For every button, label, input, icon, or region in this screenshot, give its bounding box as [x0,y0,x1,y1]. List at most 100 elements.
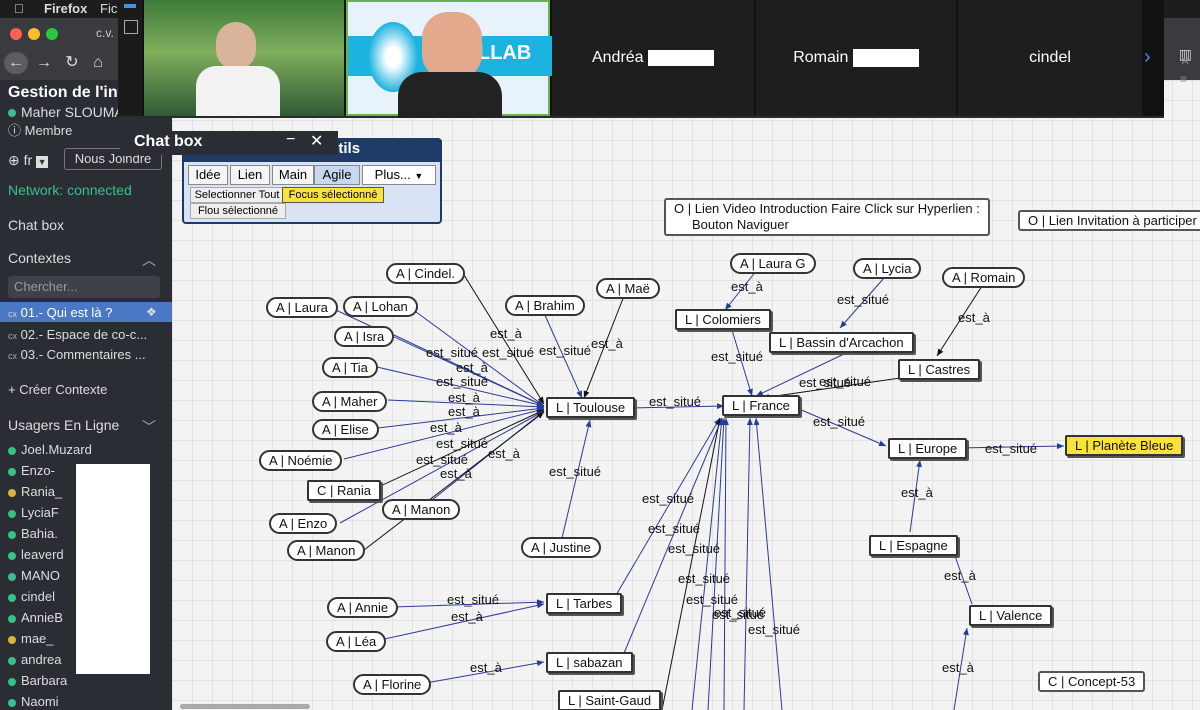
online-user-item[interactable]: AnnieB [8,610,63,625]
forward-icon[interactable]: → [32,52,56,74]
online-user-item[interactable]: Enzo- [8,463,55,478]
presence-icon [8,509,16,518]
focus-selected-button[interactable]: Focus sélectionné [282,187,384,203]
chat-box-header[interactable]: Chat box − ✕ [120,131,338,155]
node-concept[interactable]: C | Concept-53 [1038,671,1146,692]
online-user-item[interactable]: LyciaF [8,505,59,520]
online-user-name: MANO [21,568,60,583]
close-window-button[interactable] [10,28,22,40]
chevron-up-icon[interactable]: ︿ [142,250,156,270]
participant-name: cindel [1029,49,1071,66]
online-user-item[interactable]: MANO [8,568,60,583]
node-europe[interactable]: L | Europe [888,438,968,459]
context-item-2[interactable]: cx 02.- Espace de co-c... [8,327,147,342]
node-valence[interactable]: L | Valence [969,605,1053,626]
context-search-input[interactable]: Chercher... [8,276,160,298]
contexts-header[interactable]: Contextes [8,250,71,266]
node-mae[interactable]: A | Maë [596,278,660,299]
node-note1[interactable]: O | Lien Video Introduction Faire Click … [664,198,990,236]
online-user-item[interactable]: Naomi [8,694,59,709]
reload-icon[interactable]: ↻ [60,52,84,74]
node-noemie[interactable]: A | Noémie [259,450,343,471]
node-justine[interactable]: A | Justine [521,537,601,558]
node-cindel[interactable]: A | Cindel. [386,263,466,284]
tab-agile[interactable]: Agile [314,165,360,185]
next-participants-icon[interactable]: › [1144,46,1151,69]
online-user-item[interactable]: Barbara [8,673,67,688]
node-stgaud[interactable]: L | Saint-Gaud [558,690,662,710]
home-icon[interactable]: ⌂ [86,52,110,74]
node-colomiers[interactable]: L | Colomiers [675,309,771,330]
online-user-item[interactable]: Bahia. [8,526,58,541]
node-laura[interactable]: A | Laura [266,297,338,318]
back-icon[interactable]: ← [4,52,28,74]
node-sabazan[interactable]: L | sabazan [546,652,633,673]
online-user-item[interactable]: leaverd [8,547,64,562]
language-selector[interactable]: ⊕ fr ▼ [8,152,49,169]
node-espagne[interactable]: L | Espagne [869,535,958,556]
node-rania[interactable]: C | Rania [307,480,381,501]
online-user-item[interactable]: Joel.Muzard [8,442,92,457]
canvas-scrollbar[interactable] [180,704,310,709]
grid-icon[interactable] [124,20,138,34]
layout-icon[interactable] [124,4,136,8]
menu-icon[interactable]: ≡ [1180,70,1190,88]
chevron-down-icon[interactable]: ▼ [36,156,49,168]
file-menu[interactable]: Fic [100,1,117,16]
tab-main[interactable]: Main [272,165,314,185]
online-user-item[interactable]: andrea [8,652,61,667]
zoom-window-button[interactable] [46,28,58,40]
node-lohan[interactable]: A | Lohan [343,296,418,317]
relation-label: est_à [440,466,472,481]
node-planete[interactable]: L | Planète Bleue [1065,435,1184,456]
node-france[interactable]: L | France [722,395,800,416]
more-dropdown[interactable]: Plus... ▼ [362,165,436,185]
blur-selected-button[interactable]: Flou sélectionné [190,203,286,219]
video-tile-participant-1[interactable] [144,0,344,116]
minimize-window-button[interactable] [28,28,40,40]
node-brahim[interactable]: A | Brahim [505,295,585,316]
tab-title[interactable]: c.v. [96,26,114,40]
online-users-header[interactable]: Usagers En Ligne [8,417,119,433]
node-tia[interactable]: A | Tia [322,357,378,378]
chevron-down-icon[interactable]: ﹀ [142,417,156,437]
node-manon1[interactable]: A | Manon [382,499,461,520]
online-user-item[interactable]: mae_ [8,631,54,646]
video-tile-romain[interactable]: Romain [756,0,956,116]
node-florine[interactable]: A | Florine [353,674,432,695]
node-elise[interactable]: A | Elise [312,419,379,440]
video-tile-andrea[interactable]: Andréa [552,0,754,116]
node-annie[interactable]: A | Annie [327,597,399,618]
chat-link[interactable]: Chat box [8,217,64,233]
node-bassin[interactable]: L | Bassin d'Arcachon [769,332,914,353]
close-icon[interactable]: ✕ [1180,52,1190,70]
context-settings-icon[interactable]: ❖ [146,305,157,319]
video-tile-participant-2[interactable]: LLAB [346,0,552,118]
online-user-item[interactable]: Rania_ [8,484,62,499]
tab-idee[interactable]: Idée [188,165,228,185]
node-tarbes[interactable]: L | Tarbes [546,593,623,614]
app-menu[interactable]: Firefox [44,1,87,16]
video-tile-cindel[interactable]: cindel [958,0,1142,116]
create-context-button[interactable]: + Créer Contexte [8,382,107,397]
online-user-item[interactable]: cindel [8,589,55,604]
node-maher[interactable]: A | Maher [312,391,388,412]
close-icon[interactable]: ✕ [310,131,323,151]
node-laurag[interactable]: A | Laura G [730,253,816,274]
minimize-icon[interactable]: − [286,131,295,149]
node-lea[interactable]: A | Léa [326,631,387,652]
node-enzo[interactable]: A | Enzo [269,513,338,534]
context-item-3[interactable]: cx 03.- Commentaires ... [8,347,146,362]
node-note2[interactable]: O | Lien Invitation à participer [1018,210,1200,231]
select-all-button[interactable]: Selectionner Tout [190,187,284,203]
node-castres[interactable]: L | Castres [898,359,981,380]
node-isra[interactable]: A | Isra [334,326,395,347]
apple-icon[interactable]:  [14,1,24,16]
presence-icon [8,677,16,686]
tab-lien[interactable]: Lien [230,165,270,185]
node-toulouse[interactable]: L | Toulouse [546,397,636,418]
node-romain[interactable]: A | Romain [942,267,1026,288]
context-item-1[interactable]: cx 01.- Qui est là ? [8,305,112,320]
node-lycia[interactable]: A | Lycia [853,258,922,279]
node-manon2[interactable]: A | Manon [287,540,366,561]
